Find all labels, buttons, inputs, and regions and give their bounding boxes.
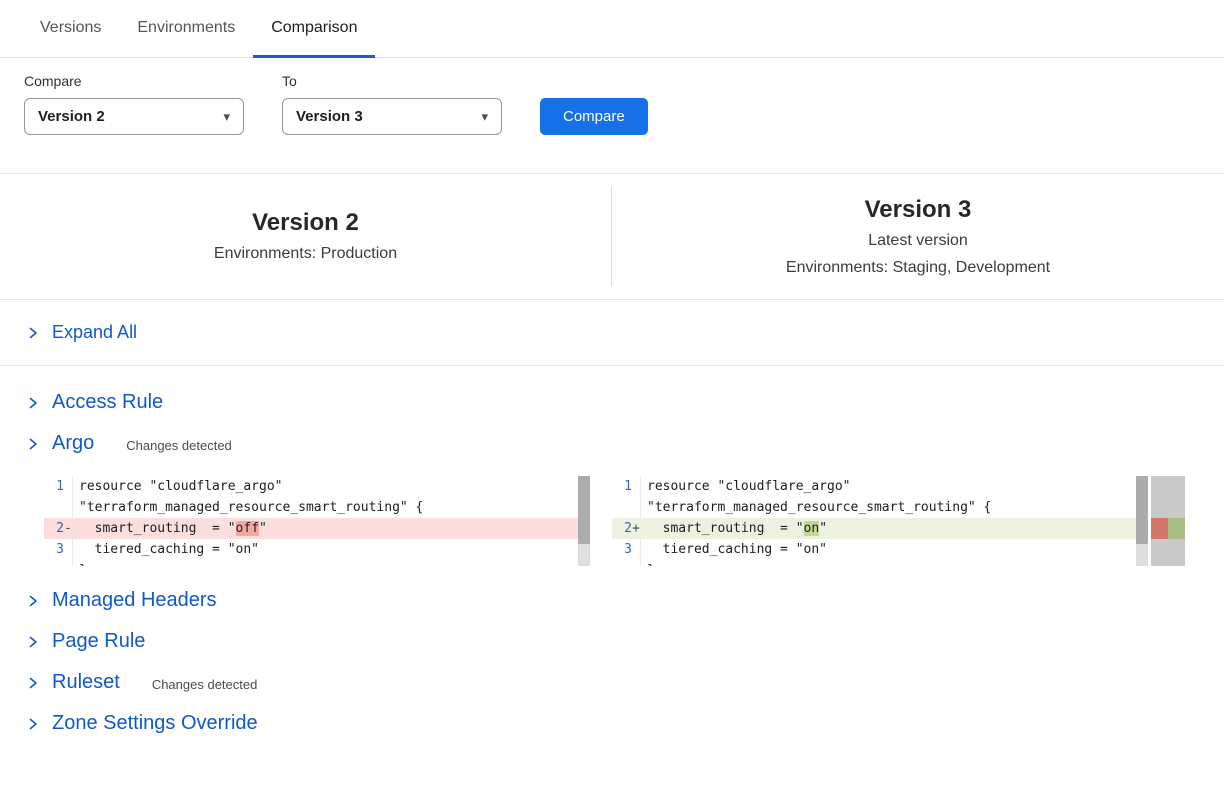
left-version-title: Version 2 <box>0 208 611 238</box>
scrollbar[interactable] <box>578 476 590 566</box>
compare-label: Compare <box>24 73 244 89</box>
changes-detected-badge: Changes detected <box>126 438 232 453</box>
section-label[interactable]: Zone Settings Override <box>52 712 258 735</box>
chevron-down-icon: ▾ <box>481 109 488 125</box>
section-ruleset[interactable]: Ruleset Changes detected <box>0 662 1224 703</box>
diff-line: 1 resource "cloudflare_argo" <box>44 476 578 497</box>
chevron-right-icon <box>26 326 40 340</box>
section-managed-headers[interactable]: Managed Headers <box>0 580 1224 621</box>
to-version-value: Version 3 <box>296 108 363 125</box>
argo-diff: 1 resource "cloudflare_argo" "terraform_… <box>44 476 1224 566</box>
right-version-subtitle: Latest version <box>612 230 1224 252</box>
section-label[interactable]: Page Rule <box>52 630 145 653</box>
changes-detected-badge: Changes detected <box>152 677 258 692</box>
diff-line-wrap: "terraform_managed_resource_smart_routin… <box>612 497 1136 518</box>
left-version-environments: Environments: Production <box>0 243 611 265</box>
tab-bar: Versions Environments Comparison <box>0 0 1224 58</box>
chevron-right-icon <box>26 717 40 731</box>
section-list: Access Rule Argo Changes detected 1 reso… <box>0 382 1224 744</box>
compare-form: Compare Version 2 ▾ To Version 3 ▾ Compa… <box>0 58 1224 135</box>
chevron-right-icon <box>26 635 40 649</box>
section-argo[interactable]: Argo Changes detected <box>0 423 1224 464</box>
compare-version-value: Version 2 <box>38 108 105 125</box>
added-mark <box>1168 518 1185 539</box>
section-label[interactable]: Argo <box>52 432 94 455</box>
chevron-right-icon <box>26 594 40 608</box>
diff-line-added: 2+ smart_routing = "on" <box>612 518 1136 539</box>
section-label[interactable]: Access Rule <box>52 391 163 414</box>
version-comparison-page: Versions Environments Comparison Compare… <box>0 0 1224 788</box>
diff-pane-right: 1 resource "cloudflare_argo" "terraform_… <box>612 476 1148 566</box>
to-label: To <box>282 73 502 89</box>
compare-field: Compare Version 2 ▾ <box>24 73 244 135</box>
expand-all-row[interactable]: Expand All <box>0 300 1224 365</box>
diff-line: 3 tiered_caching = "on" <box>612 539 1136 560</box>
section-access-rule[interactable]: Access Rule <box>0 382 1224 423</box>
diff-line: 3 tiered_caching = "on" <box>44 539 578 560</box>
chevron-right-icon <box>26 437 40 451</box>
expand-all-label[interactable]: Expand All <box>52 322 137 343</box>
section-label[interactable]: Ruleset <box>52 671 120 694</box>
compare-button[interactable]: Compare <box>540 98 648 135</box>
diff-line: } <box>612 560 1136 566</box>
version-headers: Version 2 Environments: Production Versi… <box>0 174 1224 299</box>
scrollbar-thumb[interactable] <box>1136 476 1148 544</box>
added-word-highlight: on <box>804 521 820 536</box>
section-page-rule[interactable]: Page Rule <box>0 621 1224 662</box>
chevron-right-icon <box>26 396 40 410</box>
section-zone-settings-override[interactable]: Zone Settings Override <box>0 703 1224 744</box>
diff-pane-left: 1 resource "cloudflare_argo" "terraform_… <box>44 476 590 566</box>
diff-line-wrap: "terraform_managed_resource_smart_routin… <box>44 497 578 518</box>
tab-comparison[interactable]: Comparison <box>253 0 375 58</box>
diff-overview-ruler <box>1151 476 1185 566</box>
right-version-title: Version 3 <box>612 195 1224 225</box>
removed-mark <box>1151 518 1168 539</box>
removed-word-highlight: off <box>236 521 259 536</box>
chevron-down-icon: ▾ <box>223 109 230 125</box>
divider <box>0 365 1224 366</box>
section-label[interactable]: Managed Headers <box>52 589 217 612</box>
diff-line: 1 resource "cloudflare_argo" <box>612 476 1136 497</box>
tab-versions[interactable]: Versions <box>22 0 119 58</box>
diff-right-code: 1 resource "cloudflare_argo" "terraform_… <box>612 476 1136 566</box>
chevron-right-icon <box>26 676 40 690</box>
to-field: To Version 3 ▾ <box>282 73 502 135</box>
to-version-select[interactable]: Version 3 ▾ <box>282 98 502 135</box>
version-header-right: Version 3 Latest version Environments: S… <box>611 187 1224 286</box>
version-header-left: Version 2 Environments: Production <box>0 208 611 265</box>
diff-line: } <box>44 560 578 566</box>
scrollbar[interactable] <box>1136 476 1148 566</box>
tab-environments[interactable]: Environments <box>119 0 253 58</box>
diff-line-removed: 2- smart_routing = "off" <box>44 518 578 539</box>
right-version-environments: Environments: Staging, Development <box>612 257 1224 279</box>
scrollbar-thumb[interactable] <box>578 476 590 544</box>
diff-left-code: 1 resource "cloudflare_argo" "terraform_… <box>44 476 578 566</box>
compare-version-select[interactable]: Version 2 ▾ <box>24 98 244 135</box>
